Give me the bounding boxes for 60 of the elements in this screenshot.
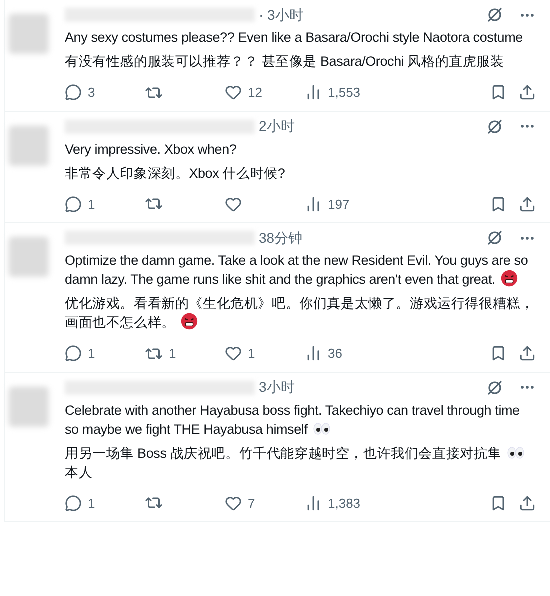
bookmark-icon (490, 84, 507, 102)
eyes-icon (313, 422, 332, 436)
timestamp: 2小时 (259, 117, 295, 136)
bookmark-button[interactable] (490, 494, 507, 512)
reply-button[interactable]: 1 (65, 494, 145, 513)
blurred-avatar (9, 237, 49, 277)
bookmark-icon (490, 196, 507, 213)
eyes-icon (507, 446, 526, 460)
angry-face-icon (180, 313, 198, 330)
share-button[interactable] (519, 494, 536, 512)
bar-chart-icon (305, 345, 322, 362)
speech-bubble-icon (65, 196, 82, 213)
reply-button[interactable]: 1 (65, 344, 145, 364)
timestamp: 3小时 (259, 378, 295, 397)
bar-chart-icon (305, 494, 322, 512)
bookmark-button[interactable] (490, 196, 507, 213)
speech-bubble-icon (65, 84, 82, 102)
like-button[interactable]: 12 (225, 83, 305, 102)
bar-chart-icon (305, 84, 322, 102)
share-icon (519, 84, 536, 102)
timestamp: · 3小时 (259, 6, 304, 24)
bookmark-icon (490, 345, 507, 362)
heart-icon (225, 196, 242, 213)
like-button[interactable]: 7 (225, 494, 305, 513)
share-button[interactable] (519, 84, 536, 102)
reply-text: Very impressive. Xbox when? (65, 140, 238, 158)
views-button[interactable]: 1,383 (305, 494, 385, 513)
views-button[interactable]: 1,553 (305, 83, 385, 102)
speech-bubble-icon (65, 494, 82, 512)
speech-bubble-icon (65, 345, 82, 362)
views-button[interactable]: 197 (305, 194, 385, 214)
blurred-avatar (9, 126, 49, 166)
reply-text: Optimize the damn game. Take a look at the new Resident Evil. You guys are so damn lazy. The game runs like shit and the graphics aren't even that great. (65, 252, 530, 289)
blurred-avatar (9, 14, 49, 54)
reply-button[interactable]: 3 (65, 83, 145, 102)
reply-button[interactable]: 1 (65, 194, 145, 214)
heart-icon (225, 494, 242, 512)
share-icon (519, 196, 536, 213)
like-button[interactable]: 1 (225, 344, 305, 364)
reply-text: 优化游戏。看看新的《生化危机》吧。你们真是太懒了。游戏运行得很糟糕，画面也不怎么样。 (65, 295, 536, 332)
bar-chart-icon (305, 196, 322, 213)
timestamp: 38分钟 (259, 228, 303, 248)
heart-icon (225, 84, 242, 102)
reply-text: 有没有性感的服装可以推荐？？ 甚至像是 Basara/Orochi 风格的直虎服装 (65, 53, 506, 71)
bookmark-button[interactable] (490, 345, 507, 362)
share-icon (519, 345, 536, 362)
reply-text: 用另一场隼 Boss 战庆祝吧。竹千代能穿越时空，也许我们会直接对抗隼 本人 (65, 444, 536, 482)
share-button[interactable] (519, 196, 536, 213)
bookmark-icon (490, 494, 507, 512)
bookmark-button[interactable] (490, 84, 507, 102)
reply-text: Any sexy costumes please?? Even like a Basara/Orochi style Naotora costume (65, 29, 524, 47)
share-icon (519, 494, 536, 512)
share-button[interactable] (519, 345, 536, 362)
angry-face-icon (501, 270, 518, 287)
reply-text: 非常令人印象深刻。Xbox 什么时候? (65, 164, 286, 182)
reply-text: Celebrate with another Hayabusa boss fight. Takechiyo can travel through time so maybe we fight THE Hayabusa himself (65, 402, 521, 438)
views-button[interactable]: 36 (305, 344, 385, 364)
heart-icon (225, 345, 242, 362)
repost-button[interactable]: 1 (145, 344, 225, 364)
blurred-avatar (9, 386, 49, 426)
